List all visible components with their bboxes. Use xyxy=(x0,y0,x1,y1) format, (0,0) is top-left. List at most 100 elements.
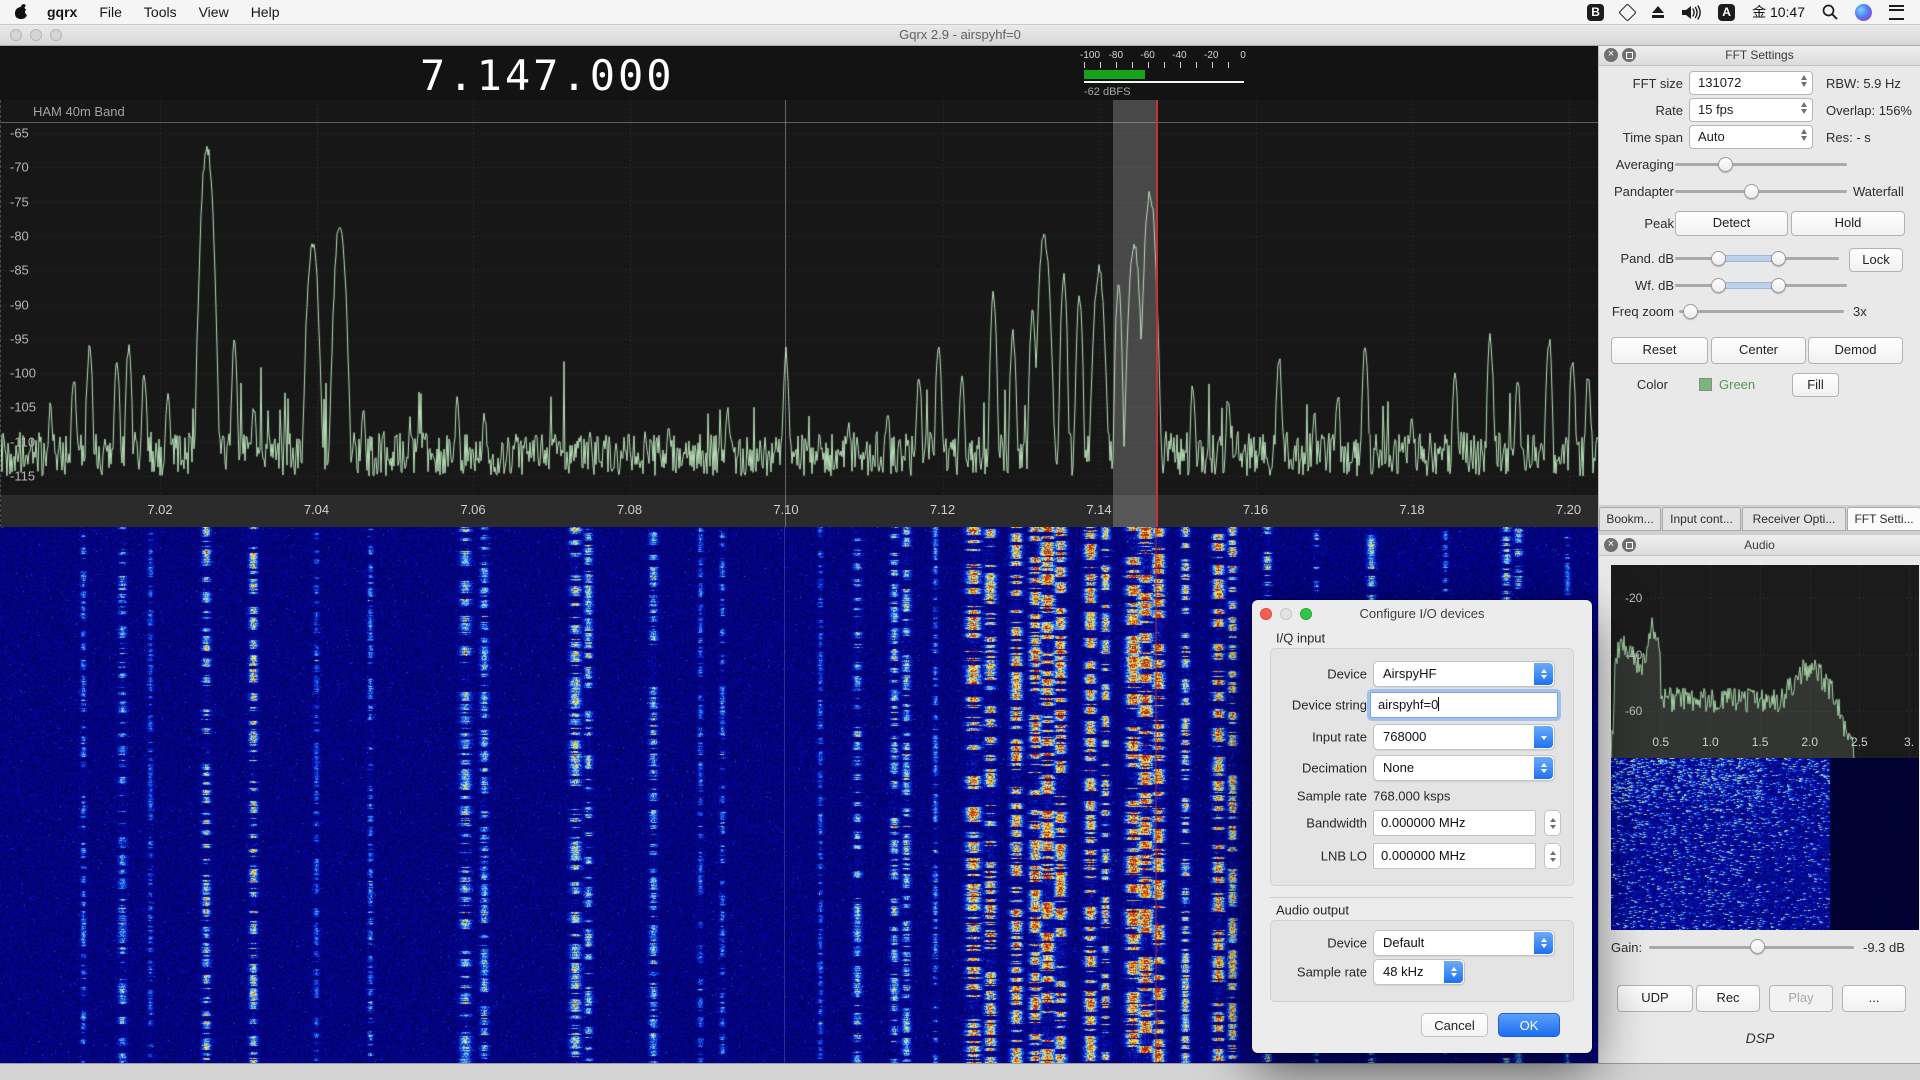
pandapter-freq-tick: 7.12 xyxy=(930,502,955,517)
dialog-title: Configure I/O devices xyxy=(1252,600,1592,628)
pandapter[interactable]: HAM 40m Band -65-70-75-80-85-90-95-100-1… xyxy=(0,100,1598,527)
reset-button[interactable]: Reset xyxy=(1611,337,1708,364)
filter-passband-overlay[interactable] xyxy=(1113,100,1156,527)
audio-freq-tick: 1.5 xyxy=(1752,735,1769,749)
diamond-status-icon[interactable] xyxy=(1621,3,1634,21)
pandapter-slider-thumb[interactable] xyxy=(1744,184,1759,199)
peak-hold-button[interactable]: Hold xyxy=(1791,211,1905,236)
bookmark-band-line xyxy=(1,122,1599,123)
menu-item-help[interactable]: Help xyxy=(240,0,291,24)
averaging-slider-track[interactable] xyxy=(1675,163,1847,166)
dock-tab-bar: Bookm...Input cont...Receiver Opti...FFT… xyxy=(1598,505,1920,535)
tab-fftsetti[interactable]: FFT Setti... xyxy=(1847,507,1920,531)
color-swatch[interactable] xyxy=(1699,378,1712,391)
tab-receiveropti[interactable]: Receiver Opti... xyxy=(1742,507,1846,531)
bandwidth-input[interactable]: 0.000000 MHz xyxy=(1373,810,1536,836)
audio-panel-title: Audio xyxy=(1599,535,1920,555)
menu-item-gqrx[interactable]: gqrx xyxy=(36,0,88,24)
window-title: Gqrx 2.9 - airspyhf=0 xyxy=(0,24,1920,45)
output-device-combo[interactable]: Default xyxy=(1373,930,1555,956)
pandapter-freq-tick: 7.10 xyxy=(773,502,798,517)
lnb-lo-input[interactable]: 0.000000 MHz xyxy=(1373,843,1536,869)
pand-db-low-thumb[interactable] xyxy=(1711,251,1726,266)
configure-io-dialog: Configure I/O devices I/Q input Device A… xyxy=(1252,600,1592,1053)
meter-tick-ruler xyxy=(1084,62,1244,68)
time-span-spinbox[interactable]: Auto xyxy=(1689,125,1813,149)
freq-zoom-value: 3x xyxy=(1853,304,1867,319)
audio-play-button: Play xyxy=(1769,985,1833,1012)
siri-icon[interactable] xyxy=(1855,3,1872,21)
menu-item-tools[interactable]: Tools xyxy=(133,0,188,24)
frequency-display[interactable]: 7.147.000 xyxy=(420,51,675,100)
fill-button[interactable]: Fill xyxy=(1792,373,1839,397)
wf-db-high-thumb[interactable] xyxy=(1771,278,1786,293)
audio-db-tick: -40 xyxy=(1625,648,1642,662)
menu-bar: gqrxFileToolsViewHelp B A 金 10:47 xyxy=(0,0,1920,25)
eject-icon[interactable] xyxy=(1651,6,1665,19)
frequency-axis: 7.027.047.067.087.107.127.147.167.187.20 xyxy=(1,495,1599,527)
pandapter-freq-tick: 7.04 xyxy=(304,502,329,517)
input-rate-label: Input rate xyxy=(1312,730,1367,745)
meter-tick-label: -100 xyxy=(1080,50,1100,61)
menu-item-file[interactable]: File xyxy=(88,0,133,24)
freq-zoom-slider-thumb[interactable] xyxy=(1683,304,1698,319)
pand-db-high-thumb[interactable] xyxy=(1771,251,1786,266)
audio-panel: × Audio -20-40-600.51.01.52.02.53. Gain:… xyxy=(1598,535,1920,1063)
freq-zoom-label: Freq zoom xyxy=(1612,304,1674,319)
audio-spectrum-plot[interactable] xyxy=(1611,565,1919,758)
dialog-divider xyxy=(1270,897,1574,898)
spotlight-search-icon[interactable] xyxy=(1822,3,1838,21)
gain-slider-thumb[interactable] xyxy=(1750,939,1765,954)
status-icons: B A 金 10:47 xyxy=(1587,2,1904,22)
sample-rate-value: 768.000 ksps xyxy=(1373,789,1450,804)
fft-size-spinbox[interactable]: 131072 xyxy=(1689,71,1813,95)
output-sample-rate-combo[interactable]: 48 kHz xyxy=(1373,959,1465,985)
lnb-lo-spinner[interactable] xyxy=(1544,843,1561,869)
pandapter-canvas[interactable] xyxy=(1,100,1599,495)
bandwidth-spinner[interactable] xyxy=(1544,810,1561,836)
notification-center-icon[interactable] xyxy=(1889,3,1904,21)
apple-menu-icon[interactable] xyxy=(14,5,28,19)
tab-inputcont[interactable]: Input cont... xyxy=(1662,507,1741,531)
device-string-input[interactable]: airspyhf=0 xyxy=(1370,692,1558,718)
res-value: Res: - s xyxy=(1826,130,1871,145)
freq-zoom-slider-track[interactable] xyxy=(1679,310,1844,313)
meter-level-bar xyxy=(1084,70,1145,79)
output-sample-rate-label: Sample rate xyxy=(1297,965,1367,980)
lock-button[interactable]: Lock xyxy=(1849,248,1903,272)
sample-rate-label: Sample rate xyxy=(1297,789,1367,804)
fft-panel-title: FFT Settings xyxy=(1599,45,1920,65)
audio-more-button[interactable]: ... xyxy=(1842,985,1906,1012)
input-rate-combo[interactable]: 768000 xyxy=(1373,724,1555,750)
tab-bookm[interactable]: Bookm... xyxy=(1599,507,1661,531)
wf-db-low-thumb[interactable] xyxy=(1711,278,1726,293)
audio-panel-header: × Audio xyxy=(1599,535,1920,556)
cancel-button[interactable]: Cancel xyxy=(1421,1013,1488,1037)
device-combo[interactable]: AirspyHF xyxy=(1373,661,1555,687)
pandapter-db-tick: -90 xyxy=(10,297,29,312)
peak-detect-button[interactable]: Detect xyxy=(1675,211,1788,236)
waterfall-slider-label: Waterfall xyxy=(1853,184,1904,199)
audio-spectrum-canvas xyxy=(1611,565,1919,758)
menu-item-view[interactable]: View xyxy=(188,0,240,24)
rate-spinbox[interactable]: 15 fps xyxy=(1689,98,1813,122)
pandapter-slider-track[interactable] xyxy=(1675,190,1847,193)
app-badge-icon[interactable]: B xyxy=(1587,3,1604,21)
input-source-icon[interactable]: A xyxy=(1718,3,1735,21)
tuned-frequency-line[interactable] xyxy=(1156,100,1158,527)
averaging-slider-thumb[interactable] xyxy=(1718,157,1733,172)
decimation-combo[interactable]: None xyxy=(1373,755,1555,781)
time-span-label: Time span xyxy=(1623,130,1683,145)
audio-udp-button[interactable]: UDP xyxy=(1617,985,1693,1012)
device-label: Device xyxy=(1327,667,1367,682)
volume-icon[interactable] xyxy=(1682,3,1701,21)
wf-db-range-fill xyxy=(1718,282,1778,289)
menu-clock[interactable]: 金 10:47 xyxy=(1752,2,1805,22)
center-button[interactable]: Center xyxy=(1711,337,1806,364)
demod-button[interactable]: Demod xyxy=(1808,337,1903,364)
audio-rec-button[interactable]: Rec xyxy=(1696,985,1760,1012)
audio-freq-tick: 3. xyxy=(1904,735,1914,749)
ok-button[interactable]: OK xyxy=(1498,1013,1560,1037)
meter-tick-label: -80 xyxy=(1109,50,1123,61)
pandapter-freq-tick: 7.18 xyxy=(1399,502,1424,517)
